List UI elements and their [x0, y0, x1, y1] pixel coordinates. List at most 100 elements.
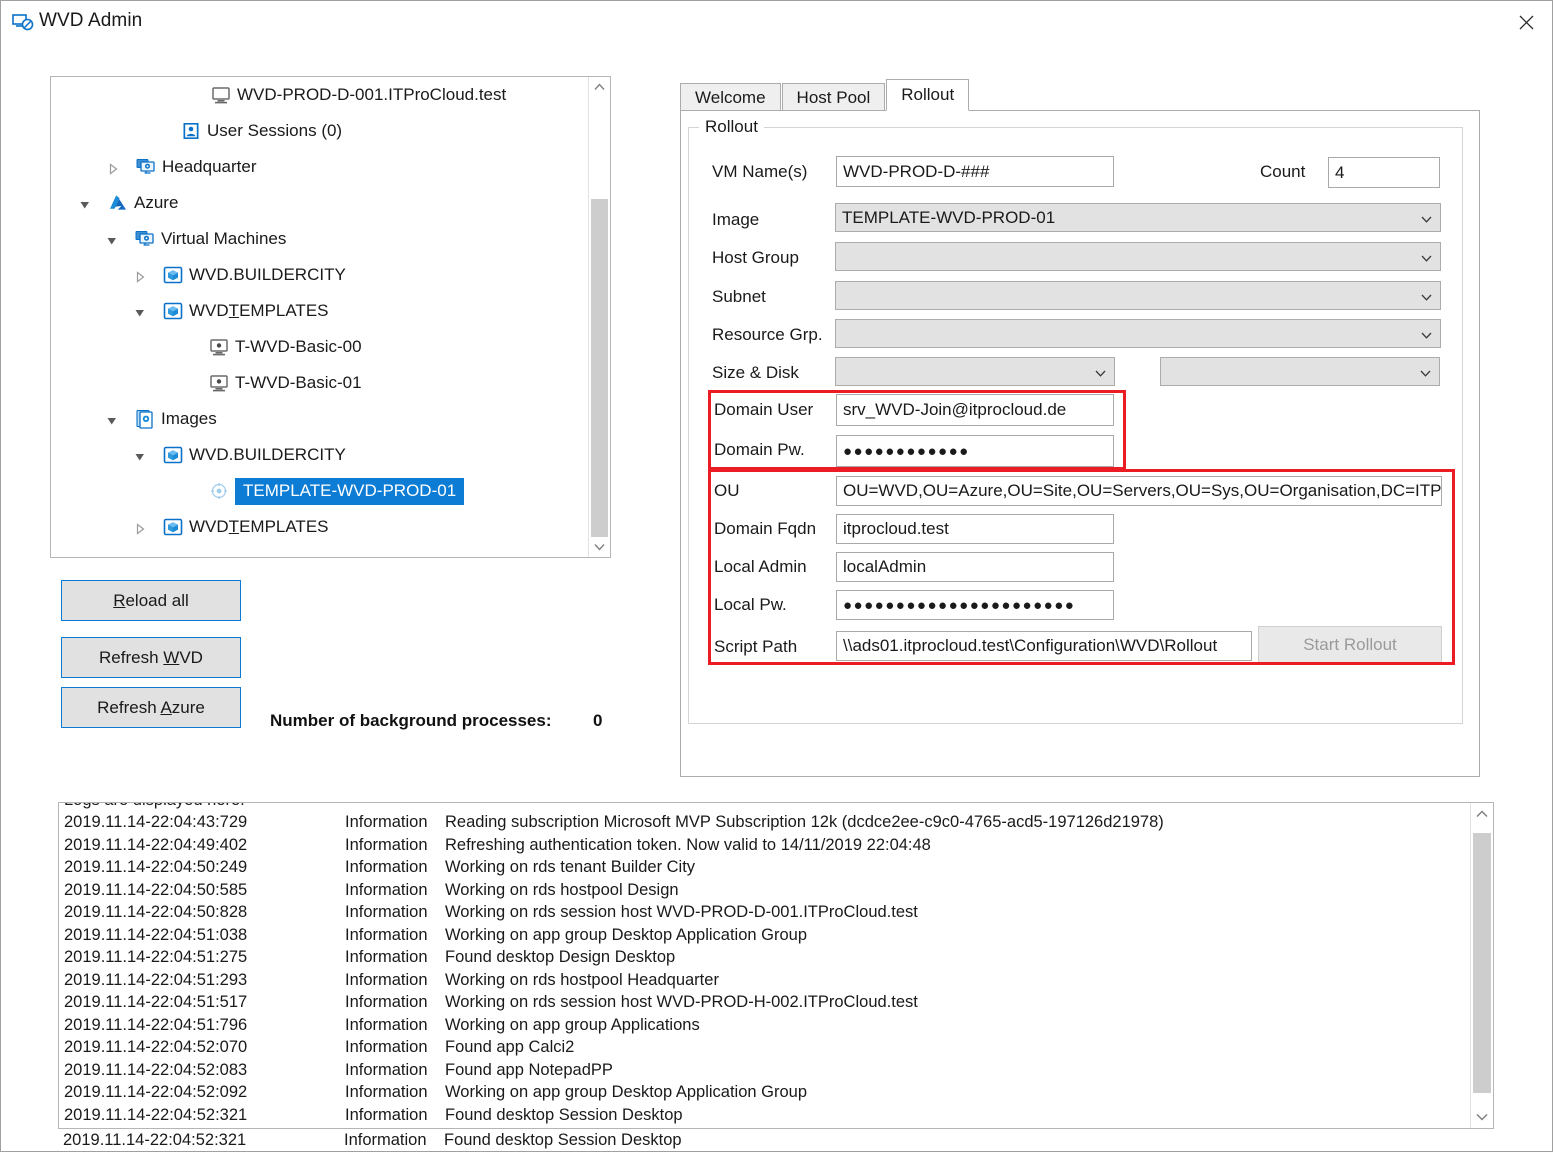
- log-message: Found app Calci2: [445, 1038, 575, 1057]
- start-rollout-button[interactable]: Start Rollout: [1258, 626, 1442, 663]
- tree-item-label: User Sessions (0): [207, 121, 343, 140]
- tree-item[interactable]: Azure: [51, 185, 589, 221]
- tree-item[interactable]: T-WVD-Basic-00: [51, 329, 589, 365]
- tree-item-label: Azure: [134, 193, 179, 212]
- log-message: Working on rds hostpool Design: [445, 880, 679, 899]
- script-path-label: Script Path: [714, 637, 798, 656]
- tree-item[interactable]: User Sessions (0): [51, 113, 589, 149]
- log-timestamp: 2019.11.14-22:04:50:828: [64, 903, 248, 922]
- chevron-down-icon: [1420, 362, 1431, 382]
- chevron-expanded-icon[interactable]: [134, 304, 148, 318]
- chevron-collapsed-icon[interactable]: [107, 160, 121, 175]
- chevron-expanded-icon[interactable]: [106, 232, 120, 246]
- chevron-expanded-icon[interactable]: [106, 412, 120, 426]
- log-entry: 2019.11.14-22:04:50:828 Information Workin…: [64, 902, 1164, 925]
- log-timestamp: 2019.11.14-22:04:51:796: [64, 1015, 248, 1034]
- tree-item[interactable]: WVDTEMPLATES: [51, 293, 589, 329]
- tree-scroll-down-icon[interactable]: [589, 537, 610, 557]
- chevron-collapsed-icon[interactable]: [134, 268, 148, 283]
- tree-item[interactable]: Images: [51, 401, 589, 437]
- subnet-select[interactable]: [835, 281, 1441, 310]
- log-timestamp: 2019.11.14-22:04:52:092: [64, 1083, 248, 1102]
- local-admin-label: Local Admin: [714, 557, 807, 576]
- log-level: Information: [345, 948, 428, 967]
- domain-user-input[interactable]: srv_WVD-Join@itprocloud.de: [836, 394, 1114, 426]
- resource-tree-panel[interactable]: WVD-PROD-D-001.ITProCloud.test User Sessi…: [50, 76, 611, 558]
- cube-icon: [163, 265, 183, 285]
- log-scroll-down-icon[interactable]: [1471, 1106, 1493, 1128]
- refresh-wvd-button[interactable]: Refresh WVD: [61, 637, 241, 678]
- tree-item[interactable]: WVDTEMPLATES: [51, 509, 589, 545]
- script-path-input[interactable]: \\ads01.itprocloud.test\Configuration\WV…: [836, 631, 1252, 661]
- resource-tree: WVD-PROD-D-001.ITProCloud.test User Sessi…: [51, 77, 589, 545]
- cube-icon: [163, 445, 183, 465]
- tree-scroll-thumb[interactable]: [591, 199, 608, 537]
- local-pw-input[interactable]: ●●●●●●●●●●●●●●●●●●●●●●: [836, 590, 1114, 620]
- image-select[interactable]: TEMPLATE-WVD-PROD-01: [835, 203, 1441, 232]
- background-processes-value: 0: [593, 711, 603, 730]
- tab-host-pool[interactable]: Host Pool: [781, 83, 886, 111]
- domain-pw-input[interactable]: ●●●●●●●●●●●●: [836, 435, 1114, 467]
- log-scroll-thumb[interactable]: [1473, 833, 1491, 1093]
- disk-select[interactable]: [1160, 357, 1440, 386]
- log-panel[interactable]: Logs are displayed here.2019.11.14-22:04…: [58, 802, 1494, 1129]
- local-admin-input[interactable]: localAdmin: [836, 552, 1114, 582]
- log-timestamp: 2019.11.14-22:04:43:729: [64, 813, 248, 832]
- tree-item-label: Virtual Machines: [161, 229, 287, 248]
- chevron-down-icon: [1421, 208, 1432, 228]
- rollout-group-title: Rollout: [699, 117, 764, 137]
- log-message: Working on rds session host WVD-PROD-H-0…: [445, 993, 918, 1012]
- tab-welcome[interactable]: Welcome: [680, 83, 781, 111]
- chevron-down-icon: [1421, 247, 1432, 267]
- log-message: Found app NotepadPP: [445, 1060, 613, 1079]
- log-entry: 2019.11.14-22:04:51:293 Information Workin…: [64, 969, 1164, 992]
- reload-all-button[interactable]: Reload all: [61, 580, 241, 621]
- ou-input[interactable]: OU=WVD,OU=Azure,OU=Site,OU=Servers,OU=Sy…: [836, 476, 1442, 506]
- log-entry: 2019.11.14-22:04:51:275 Information Found …: [64, 947, 1164, 970]
- log-list: Logs are displayed here.2019.11.14-22:04…: [64, 803, 1164, 1127]
- tree-item[interactable]: WVD.BUILDERCITY: [51, 437, 589, 473]
- log-timestamp: 2019.11.14-22:04:52:083: [64, 1060, 248, 1079]
- chevron-expanded-icon[interactable]: [79, 196, 93, 210]
- resource-group-select[interactable]: [835, 319, 1441, 348]
- refresh-azure-button[interactable]: Refresh Azure: [61, 687, 241, 728]
- size-select[interactable]: [835, 357, 1115, 386]
- chevron-expanded-icon[interactable]: [134, 448, 148, 462]
- tree-item[interactable]: Virtual Machines: [51, 221, 589, 257]
- tab-rollout[interactable]: Rollout: [886, 79, 970, 111]
- close-button[interactable]: [1500, 1, 1552, 43]
- log-entry: 2019.11.14-22:04:50:585 Information Workin…: [64, 879, 1164, 902]
- tree-item[interactable]: TEMPLATE-WVD-PROD-01: [51, 473, 589, 509]
- tree-item[interactable]: WVD.BUILDERCITY: [51, 257, 589, 293]
- refresh-wvd-label: Refresh WVD: [99, 647, 203, 667]
- log-message: Reading subscription Microsoft MVP Subsc…: [445, 813, 1164, 832]
- chevron-collapsed-icon[interactable]: [134, 520, 148, 535]
- tree-scroll-up-icon[interactable]: [589, 77, 610, 97]
- count-input[interactable]: 4: [1328, 157, 1440, 188]
- log-level: Information: [345, 925, 428, 944]
- tree-item[interactable]: WVD-PROD-D-001.ITProCloud.test: [51, 77, 589, 113]
- log-message: Working on app group Desktop Application…: [445, 1083, 808, 1102]
- size-disk-label: Size & Disk: [712, 363, 799, 382]
- vm-icon: [209, 373, 229, 393]
- log-level: Information: [345, 1083, 428, 1102]
- log-level: Information: [345, 970, 428, 989]
- host-group-select[interactable]: [835, 242, 1441, 271]
- tree-scrollbar[interactable]: [588, 77, 610, 557]
- log-scrollbar[interactable]: [1470, 803, 1493, 1128]
- subnet-label: Subnet: [712, 287, 766, 306]
- vm-names-input[interactable]: WVD-PROD-D-###: [836, 156, 1114, 187]
- tree-item-label: WVD-PROD-D-001.ITProCloud.test: [237, 85, 507, 104]
- domain-pw-label: Domain Pw.: [714, 440, 805, 459]
- tab-strip: Welcome Host Pool Rollout: [680, 79, 970, 111]
- local-pw-label: Local Pw.: [714, 595, 787, 614]
- log-level: Information: [345, 1015, 428, 1034]
- tree-item[interactable]: T-WVD-Basic-01: [51, 365, 589, 401]
- vm-names-label: VM Name(s): [712, 162, 808, 181]
- log-scroll-up-icon[interactable]: [1471, 803, 1493, 825]
- tree-item[interactable]: Headquarter: [51, 149, 589, 185]
- log-timestamp: 2019.11.14-22:04:51:275: [64, 948, 248, 967]
- monitor-icon: [211, 85, 231, 105]
- log-message: Working on app group Applications: [445, 1015, 700, 1034]
- domain-fqdn-input[interactable]: itprocloud.test: [836, 514, 1114, 544]
